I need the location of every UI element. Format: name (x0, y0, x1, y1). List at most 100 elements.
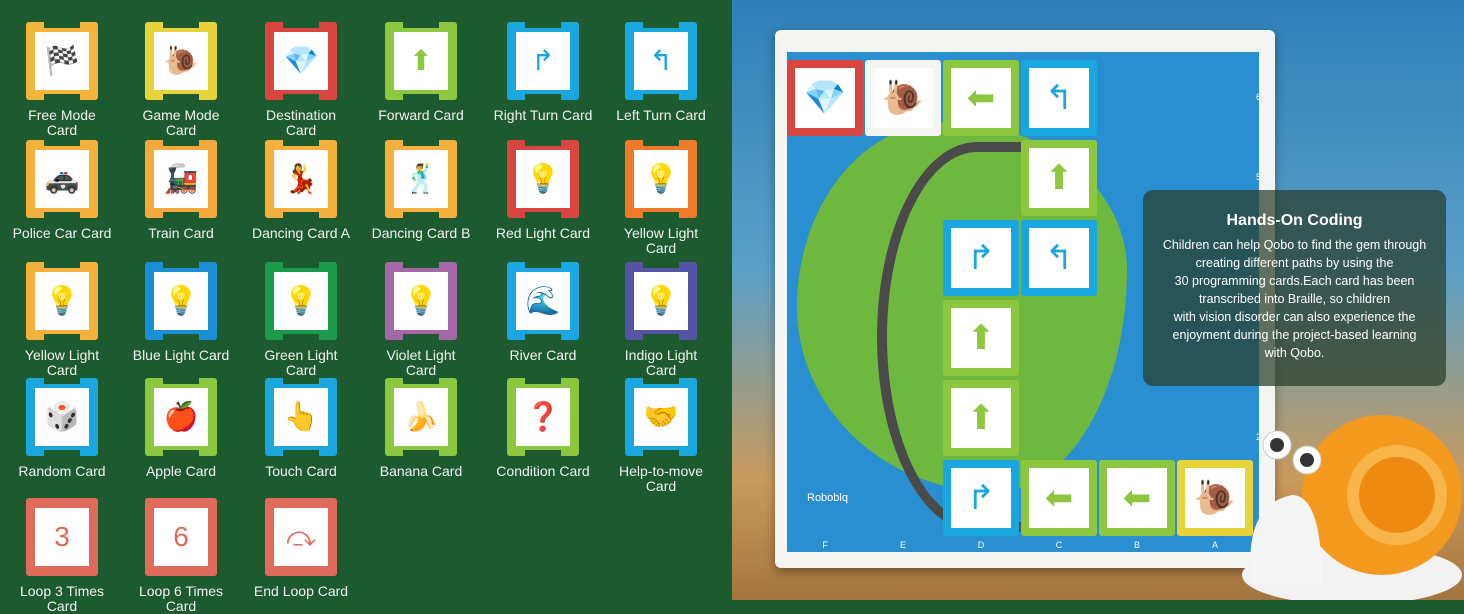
column-label: F (822, 540, 828, 550)
touch-icon: 👆 (274, 388, 328, 446)
placed-card: ↰ (1021, 60, 1097, 136)
card-apple-card: 🍎 Apple Card (131, 378, 231, 479)
card-help-to-move-card: 🤝 Help-to-move Card (611, 378, 711, 494)
card-label: Yellow Light Card (24, 347, 100, 378)
card-tile: 🚂 (145, 140, 217, 218)
info-line: transcribed into Braille, so children (1198, 292, 1391, 306)
info-title: Hands-On Coding (1226, 212, 1363, 229)
card-tile: ❓ (507, 378, 579, 456)
card-label: Violet Light Card (386, 347, 456, 378)
card-label: Help-to-move Card (618, 463, 704, 494)
card-end-loop-card: ⤼ End Loop Card (251, 498, 351, 599)
column-label: E (899, 540, 906, 550)
card-tile: 🎲 (26, 378, 98, 456)
card-label: Loop 6 Times Card (138, 583, 224, 614)
card-tile: ⤼ (265, 498, 337, 576)
card-tile: ↱ (507, 22, 579, 100)
card-yellow-light-card: 💡 Yellow Light Card (611, 140, 711, 256)
bulb-icon: 💡 (634, 272, 688, 330)
dancing-snail-icon: 🕺 (394, 150, 448, 208)
info-line: creating different paths by using the (1195, 256, 1394, 270)
card-tile: 💡 (145, 262, 217, 340)
info-line: 30 programming cards.Each card has been (1174, 274, 1415, 288)
end-loop-icon: ⤼ (274, 508, 328, 566)
card-tile: 💡 (507, 140, 579, 218)
column-label: C (1055, 540, 1063, 550)
card-tile: 🤝 (625, 378, 697, 456)
bulb-icon: 💡 (634, 150, 688, 208)
card-label: Yellow Light Card (623, 225, 699, 256)
card-label: Banana Card (379, 463, 463, 479)
card-yellow-light-card: 💡 Yellow Light Card (12, 262, 112, 378)
card-blue-light-card: 💡 Blue Light Card (131, 262, 231, 363)
arrow-left-icon: ⬅ (951, 68, 1011, 128)
snail-icon: 🐌 (873, 68, 933, 128)
arrow-right-turn-icon: ↱ (951, 228, 1011, 288)
bulb-icon: 💡 (274, 272, 328, 330)
placed-card: ⬅ (943, 60, 1019, 136)
column-label: D (977, 540, 985, 550)
placed-card: ⬆ (943, 300, 1019, 376)
police-car-icon: 🚓 (35, 150, 89, 208)
card-label: Random Card (18, 463, 106, 479)
card-tile: 6 (145, 498, 217, 576)
card-label: Condition Card (496, 463, 590, 479)
card-label: Destination Card (265, 107, 337, 138)
card-label: Free Mode Card (28, 107, 96, 138)
card-green-light-card: 💡 Green Light Card (251, 262, 351, 378)
qobo-robot-snail (1242, 415, 1462, 600)
card-label: River Card (509, 347, 577, 363)
arrow-left-turn-icon: ↰ (634, 32, 688, 90)
card-tile: ↰ (625, 22, 697, 100)
info-line: with vision disorder can also experience… (1173, 310, 1416, 324)
card-tile: 🕺 (385, 140, 457, 218)
card-free-mode-card: 🏁 Free Mode Card (12, 22, 112, 138)
card-label: End Loop Card (253, 583, 349, 599)
card-label: Touch Card (265, 463, 337, 479)
bulb-icon: 💡 (394, 272, 448, 330)
card-touch-card: 👆 Touch Card (251, 378, 351, 479)
info-line: Children can help Qobo to find the gem t… (1162, 238, 1427, 252)
card-destination-card: 💎 Destination Card (251, 22, 351, 138)
card-right-turn-card: ↱ Right Turn Card (493, 22, 593, 123)
card-label: Indigo Light Card (624, 347, 698, 378)
card-label: Right Turn Card (493, 107, 593, 123)
placed-card: ↱ (943, 460, 1019, 536)
card-label: Red Light Card (495, 225, 591, 241)
card-tile: 💃 (265, 140, 337, 218)
card-tile: 🍌 (385, 378, 457, 456)
banana-icon: 🍌 (394, 388, 448, 446)
placed-card: 💎 (787, 60, 863, 136)
card-catalog: 🏁 Free Mode Card 🐌 Game Mode Card 💎 Destinati… (0, 0, 732, 614)
apple-icon: 🍎 (154, 388, 208, 446)
card-label: Blue Light Card (132, 347, 230, 363)
placed-card: ⬅ (1021, 460, 1097, 536)
card-tile: 💡 (385, 262, 457, 340)
arrow-up-icon: ⬆ (951, 308, 1011, 368)
card-label: Train Card (148, 225, 214, 241)
card-label: Dancing Card B (371, 225, 471, 241)
placed-card: ↱ (943, 220, 1019, 296)
arrow-left-turn-icon: ↰ (1029, 68, 1089, 128)
card-tile: 💡 (625, 140, 697, 218)
card-banana-card: 🍌 Banana Card (371, 378, 471, 479)
card-label: Police Car Card (12, 225, 112, 241)
gem-icon: 💎 (795, 68, 855, 128)
info-text: Children can help Qobo to find the gem t… (1143, 236, 1446, 362)
card-river-card: 🌊 River Card (493, 262, 593, 363)
card-label: Loop 3 Times Card (19, 583, 105, 614)
card-label: Dancing Card A (251, 225, 351, 241)
card-game-mode-card: 🐌 Game Mode Card (131, 22, 231, 138)
info-line: enjoyment during the project-based learn… (1172, 328, 1417, 342)
row-label: 6 (1255, 92, 1261, 102)
bulb-icon: 💡 (516, 150, 570, 208)
card-dancing-card-a: 💃 Dancing Card A (251, 140, 351, 241)
card-tile: 🏁 (26, 22, 98, 100)
card-tile: 💡 (625, 262, 697, 340)
placed-card: ⬆ (943, 380, 1019, 456)
card-label: Left Turn Card (616, 107, 706, 123)
card-train-card: 🚂 Train Card (131, 140, 231, 241)
arrow-left-icon: ⬅ (1107, 468, 1167, 528)
card-tile: 👆 (265, 378, 337, 456)
card-tile: 💡 (265, 262, 337, 340)
